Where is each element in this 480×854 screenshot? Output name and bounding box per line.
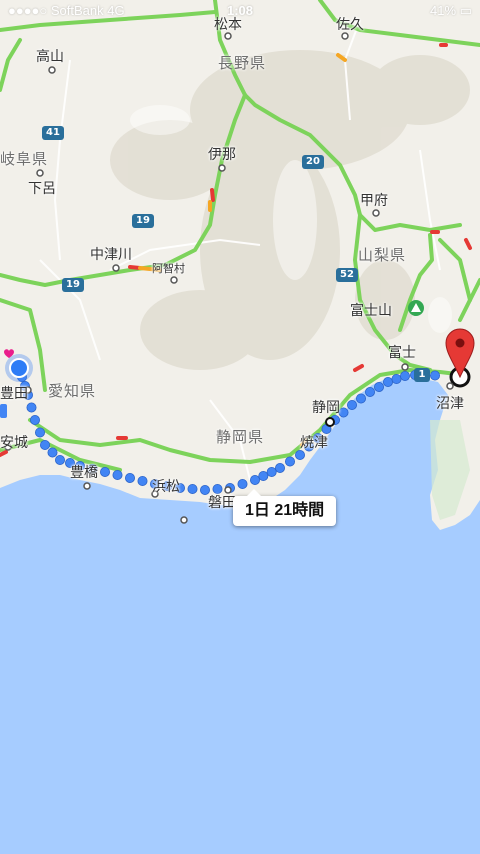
city-label-nakatsugawa[interactable]: 中津川: [90, 244, 132, 264]
route-dot: [258, 470, 269, 481]
prefecture-label-nagano: 長野県: [218, 54, 267, 72]
route-dot: [391, 373, 402, 384]
prefecture-label-shizuoka: 静岡県: [216, 428, 265, 446]
city-label-achi[interactable]: 阿智村: [152, 260, 185, 276]
route-dot: [47, 447, 58, 458]
route-dot: [429, 370, 440, 381]
route-dot: [125, 472, 136, 483]
route-dot: [274, 462, 285, 473]
route-dot: [100, 466, 111, 477]
city-label-fuji[interactable]: 富士: [388, 342, 416, 362]
city-label-iwata[interactable]: 磐田: [208, 492, 236, 512]
route-dot: [355, 393, 366, 404]
route-dot: [284, 456, 295, 467]
battery-icon: ▭: [459, 3, 472, 18]
city-label-toyohashi[interactable]: 豊橋: [70, 462, 98, 482]
status-battery: 41% ▭: [430, 3, 472, 19]
route-dot: [29, 414, 40, 425]
city-label-numazu[interactable]: 沼津: [436, 393, 464, 413]
battery-percent: 41%: [430, 3, 457, 18]
route-shield-20: 20: [302, 155, 324, 169]
city-label-takayama[interactable]: 高山: [36, 46, 64, 66]
route-shield-19-south: 19: [62, 278, 84, 292]
route-dot: [40, 439, 51, 450]
prefecture-label-aichi: 愛知県: [48, 382, 97, 400]
route-dot: [187, 483, 198, 494]
city-label-kofu[interactable]: 甲府: [360, 190, 388, 210]
route-shield-19-north: 19: [132, 214, 154, 228]
route-dot: [364, 386, 375, 397]
route-dot: [137, 475, 148, 486]
route-dot: [399, 370, 410, 381]
route-dot: [112, 469, 123, 480]
route-dot: [338, 407, 349, 418]
city-label-hamamatsu[interactable]: 浜松: [152, 476, 180, 496]
map-badge: [0, 404, 7, 418]
city-label-matsumoto[interactable]: 松本: [214, 14, 242, 34]
route-shield-52: 52: [336, 268, 358, 282]
route-dot: [346, 399, 357, 410]
route-dot: [249, 474, 260, 485]
route-shield-1: 1: [414, 368, 430, 382]
prefecture-label-yamanashi: 山梨県: [358, 246, 407, 264]
route-shield-41: 41: [42, 126, 64, 140]
city-label-saku[interactable]: 佐久: [336, 14, 364, 34]
city-label-toyota[interactable]: 豊田: [0, 383, 28, 403]
city-label-ina[interactable]: 伊那: [208, 144, 236, 164]
route-dot: [55, 454, 66, 465]
route-dot: [35, 427, 46, 438]
city-label-fujisan[interactable]: 富士山: [350, 300, 392, 320]
route-duration-callout[interactable]: 1日 21時間: [233, 489, 337, 526]
city-label-gero[interactable]: 下呂: [28, 178, 56, 198]
route-dot: [382, 376, 393, 387]
destination-pin-dot: [455, 338, 465, 348]
route-dot: [237, 478, 248, 489]
city-label-yaizu[interactable]: 焼津: [300, 432, 328, 452]
origin-marker[interactable]: [9, 358, 29, 378]
route-dot: [26, 402, 37, 413]
route-dot: [266, 466, 277, 477]
city-label-shizuoka[interactable]: 静岡: [312, 397, 340, 417]
prefecture-label-gifu: 岐阜県: [0, 150, 49, 168]
route-dot: [373, 381, 384, 392]
city-label-anjo[interactable]: 安城: [0, 432, 28, 452]
